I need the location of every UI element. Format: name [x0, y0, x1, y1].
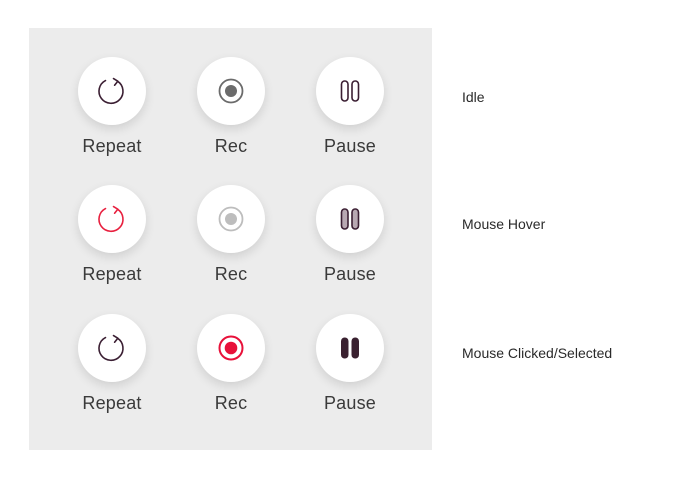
repeat-button-idle-group: Repeat	[52, 57, 172, 157]
repeat-button-idle[interactable]	[78, 57, 146, 125]
pause-button-idle[interactable]	[316, 57, 384, 125]
rec-button-selected-group: Rec	[171, 314, 291, 414]
pause-button-hover[interactable]	[316, 185, 384, 253]
state-label-hover: Mouse Hover	[462, 216, 546, 232]
record-icon	[218, 78, 244, 104]
rec-button-idle-group: Rec	[171, 57, 291, 157]
repeat-button-selected[interactable]	[78, 314, 146, 382]
repeat-label: Repeat	[82, 136, 142, 156]
pause-icon	[341, 337, 359, 359]
pause-button-hover-group: Pause	[290, 185, 410, 285]
repeat-label: Repeat	[82, 264, 142, 284]
repeat-button-hover[interactable]	[78, 185, 146, 253]
pause-label: Pause	[323, 393, 377, 413]
rec-button-selected[interactable]	[197, 314, 265, 382]
repeat-icon	[98, 77, 124, 105]
rec-button-hover[interactable]	[197, 185, 265, 253]
record-icon	[218, 335, 244, 361]
repeat-icon	[98, 334, 124, 362]
pause-button-idle-group: Pause	[290, 57, 410, 157]
repeat-icon	[98, 205, 124, 233]
repeat-label: Repeat	[82, 393, 142, 413]
rec-label: Rec	[214, 393, 248, 413]
pause-label: Pause	[323, 264, 377, 284]
rec-label: Rec	[214, 264, 248, 284]
pause-button-selected[interactable]	[316, 314, 384, 382]
repeat-button-selected-group: Repeat	[52, 314, 172, 414]
button-states-panel: Repeat Rec Pause Repeat Rec Pause Repeat…	[29, 28, 432, 450]
pause-label: Pause	[323, 136, 377, 156]
pause-button-selected-group: Pause	[290, 314, 410, 414]
repeat-button-hover-group: Repeat	[52, 185, 172, 285]
record-icon	[218, 206, 244, 232]
state-label-idle: Idle	[462, 89, 485, 105]
pause-icon	[340, 80, 360, 102]
rec-label: Rec	[214, 136, 248, 156]
state-label-clicked: Mouse Clicked/Selected	[462, 345, 613, 361]
pause-icon	[340, 208, 360, 230]
rec-button-hover-group: Rec	[171, 185, 291, 285]
rec-button-idle[interactable]	[197, 57, 265, 125]
